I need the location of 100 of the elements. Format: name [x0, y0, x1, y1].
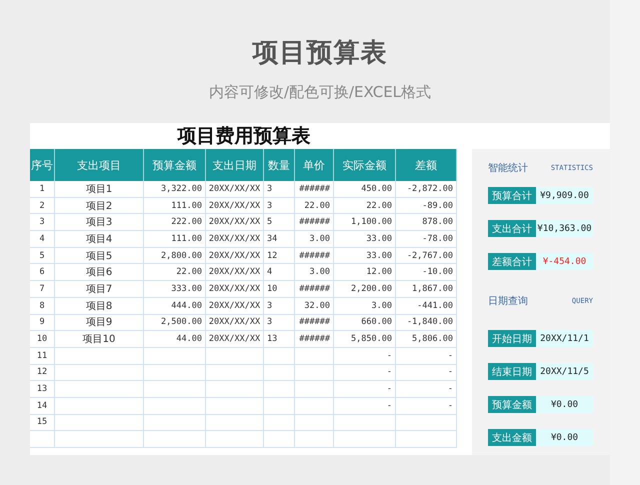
table-cell: 3.00: [295, 231, 334, 248]
table-cell: [144, 348, 206, 365]
table-cell: 1,867.00: [396, 281, 457, 298]
table-cell: [206, 348, 264, 365]
table-cell: ######: [295, 314, 334, 332]
table-cell: 4: [264, 264, 295, 282]
table-cell: 3: [264, 298, 295, 314]
table-cell: 3: [30, 214, 55, 232]
column-header: 序号: [30, 149, 55, 181]
column-header: 数量: [264, 149, 295, 181]
table-cell: [144, 364, 206, 382]
table-cell: -10.00: [396, 264, 457, 282]
table-cell: 12: [264, 248, 295, 264]
stat-label: 预算金额: [488, 396, 536, 413]
table-cell: 7: [30, 281, 55, 298]
table-cell: [295, 381, 334, 398]
table-cell: 20XX/XX/XX: [206, 264, 264, 282]
table-cell: 项目9: [55, 314, 144, 332]
stat-label: 差额合计: [488, 253, 536, 270]
table-cell: [295, 348, 334, 365]
table-cell: 5,806.00: [396, 331, 457, 348]
table-cell: [295, 398, 334, 415]
table-cell: 项目5: [55, 248, 144, 264]
table-cell: 44.00: [144, 331, 206, 348]
table-cell: 450.00: [334, 181, 396, 198]
table-cell: -: [334, 364, 396, 382]
table-cell: 项目7: [55, 281, 144, 298]
page-title: 项目预算表: [252, 37, 388, 70]
table-cell: ######: [295, 331, 334, 348]
table-cell: [334, 431, 396, 448]
stat-value: ¥0.00: [536, 396, 593, 413]
stat-label: 预算合计: [488, 187, 536, 204]
table-cell: 22.00: [144, 264, 206, 282]
table-cell: 14: [30, 398, 55, 415]
table-cell: 22.00: [295, 198, 334, 214]
table-cell: 项目1: [55, 181, 144, 198]
table-cell: 2,200.00: [334, 281, 396, 298]
table-cell: 12: [30, 364, 55, 382]
table-cell: -441.00: [396, 298, 457, 314]
table-cell: -2,872.00: [396, 181, 457, 198]
table-cell: -1,840.00: [396, 314, 457, 332]
stat-label: 支出金额: [488, 429, 536, 446]
table-cell: 5,850.00: [334, 331, 396, 348]
table-cell: 22.00: [334, 198, 396, 214]
stat-label: 结束日期: [488, 363, 536, 380]
table-cell: 20XX/XX/XX: [206, 298, 264, 314]
table-cell: 3.00: [295, 264, 334, 282]
table-cell: 33.00: [334, 248, 396, 264]
table-cell: -: [396, 398, 457, 415]
table-cell: 444.00: [144, 298, 206, 314]
table-cell: [295, 364, 334, 382]
sheet-title: 项目费用预算表: [176, 124, 312, 149]
table-cell: 项目8: [55, 298, 144, 314]
column-header: 单价: [295, 149, 334, 181]
table-cell: 12.00: [334, 264, 396, 282]
table-cell: [264, 414, 295, 432]
table-cell: -: [334, 348, 396, 365]
table-cell: 878.00: [396, 214, 457, 232]
column-header: 支出日期: [206, 149, 264, 181]
table-cell: 13: [30, 381, 55, 398]
table-cell: -: [396, 348, 457, 365]
table-cell: 2,500.00: [144, 314, 206, 332]
table-cell: -78.00: [396, 231, 457, 248]
table-cell: [144, 398, 206, 415]
table-cell: 项目3: [55, 214, 144, 232]
table-cell: [295, 431, 334, 448]
page-subtitle: 内容可修改/配色可换/EXCEL格式: [208, 82, 432, 102]
table-cell: 3: [264, 314, 295, 332]
table-cell: -: [396, 364, 457, 382]
table-cell: [396, 414, 457, 432]
table-cell: 20XX/XX/XX: [206, 314, 264, 332]
table-cell: ######: [295, 281, 334, 298]
table-cell: 3: [264, 198, 295, 214]
table-cell: 6: [30, 264, 55, 282]
table-cell: [144, 414, 206, 432]
table-cell: [264, 381, 295, 398]
table-cell: [30, 431, 55, 448]
table-cell: 13: [264, 331, 295, 348]
column-header: 预算金额: [144, 149, 206, 181]
table-cell: 222.00: [144, 214, 206, 232]
table-cell: [396, 431, 457, 448]
table-cell: [144, 431, 206, 448]
table-cell: -89.00: [396, 198, 457, 214]
table-cell: ######: [295, 181, 334, 198]
table-cell: 9: [30, 314, 55, 332]
stat-value: ¥10,363.00: [536, 220, 593, 237]
table-cell: 1: [30, 181, 55, 198]
stat-value: ¥9,909.00: [536, 187, 593, 204]
column-header: 实际金额: [334, 149, 396, 181]
table-cell: 10: [30, 331, 55, 348]
table-cell: 3: [264, 181, 295, 198]
table-cell: 333.00: [144, 281, 206, 298]
table-cell: 10: [264, 281, 295, 298]
stat-value: 20XX/11/1: [536, 330, 593, 347]
table-cell: 4: [30, 231, 55, 248]
table-cell: 20XX/XX/XX: [206, 231, 264, 248]
table-cell: [334, 414, 396, 432]
table-cell: -2,767.00: [396, 248, 457, 264]
table-cell: [206, 364, 264, 382]
table-cell: [295, 414, 334, 432]
